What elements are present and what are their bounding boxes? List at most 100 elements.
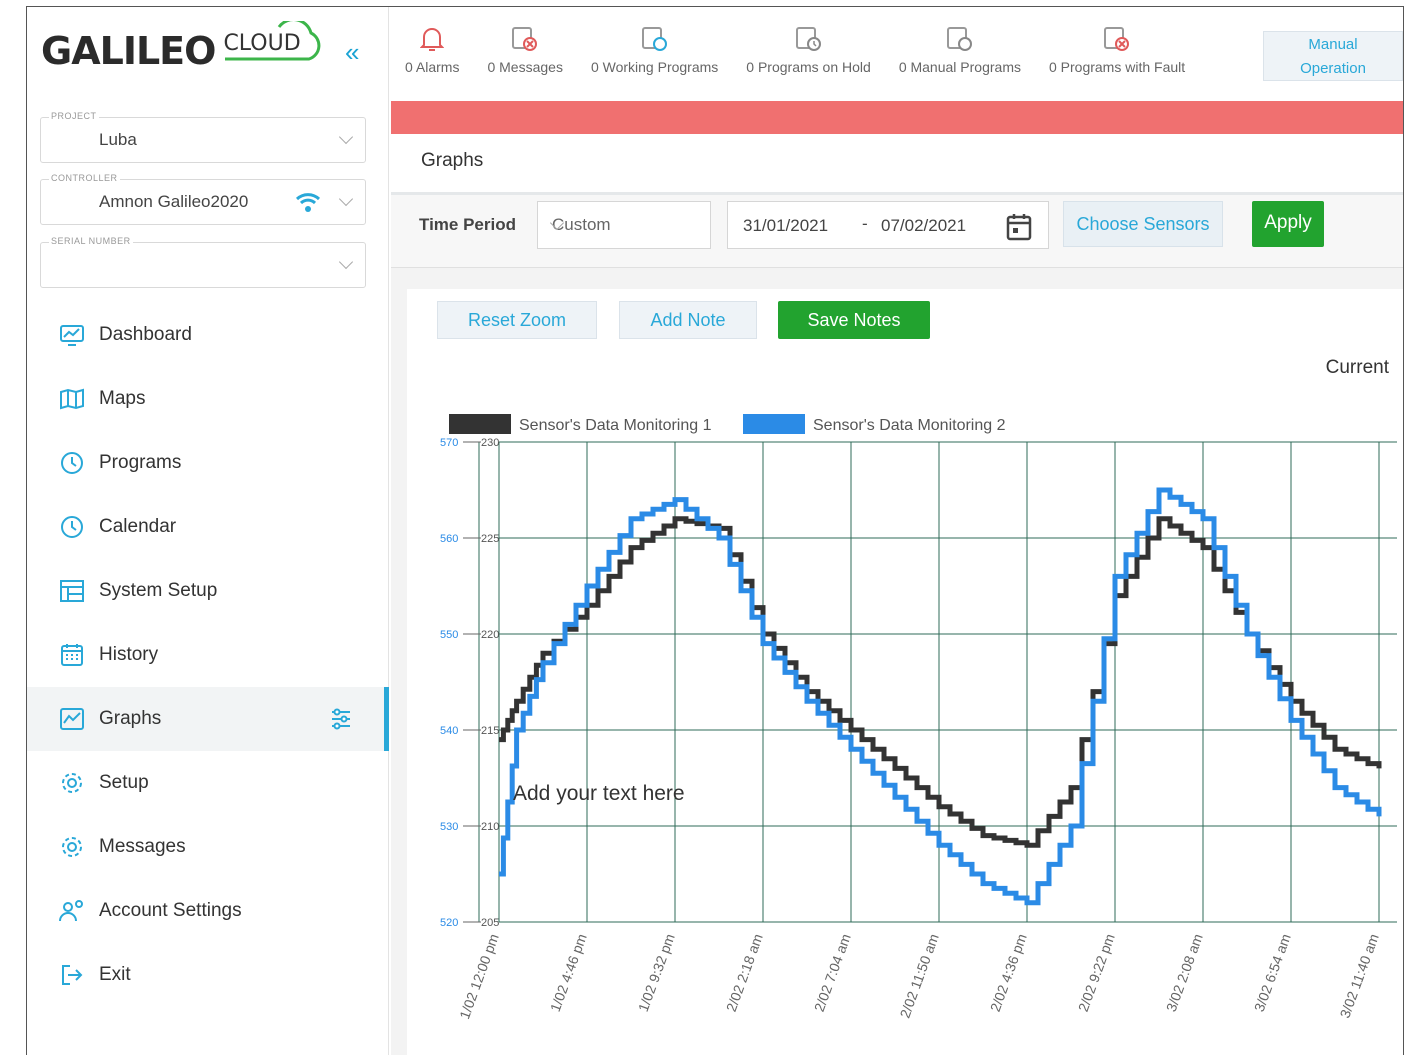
time-period-select[interactable]: Custom xyxy=(537,201,711,249)
exit-icon xyxy=(59,962,85,988)
page-header: Graphs xyxy=(391,134,1403,195)
calendar-grid-icon xyxy=(59,642,85,668)
alarms-stat[interactable]: 0 Alarms xyxy=(391,25,473,75)
y-tick-left: 570 xyxy=(440,437,458,449)
map-icon xyxy=(59,386,85,412)
alarms-label: 0 Alarms xyxy=(405,59,460,75)
working-programs-stat[interactable]: 0 Working Programs xyxy=(577,25,732,75)
y-tick-right: 225 xyxy=(481,533,499,545)
y-tick-right: 205 xyxy=(481,917,499,929)
time-period-label: Time Period xyxy=(419,215,516,234)
serial-number-select[interactable]: SERIAL NUMBER xyxy=(40,236,366,288)
chevron-down-icon xyxy=(338,191,354,207)
date-range-picker[interactable]: 31/01/2021 - 07/02/2021 xyxy=(727,201,1049,249)
sliders-icon[interactable] xyxy=(330,708,352,735)
y-tick-right: 220 xyxy=(481,629,499,641)
legend-swatch xyxy=(449,414,511,434)
programs-with-fault-label: 0 Programs with Fault xyxy=(1048,59,1186,75)
messages-label: 0 Messages xyxy=(487,59,563,75)
manual-programs-stat[interactable]: 0 Manual Programs xyxy=(885,25,1035,75)
sidebar-item-setup[interactable]: Setup xyxy=(27,751,389,815)
chart-grid xyxy=(478,441,1397,923)
sidebar-item-graphs[interactable]: Graphs xyxy=(27,687,389,751)
legend-swatch xyxy=(743,414,805,434)
sidebar-item-label: Dashboard xyxy=(99,324,192,345)
calendar-icon[interactable] xyxy=(1006,213,1032,246)
clock-icon xyxy=(59,514,85,540)
sidebar-item-history[interactable]: History xyxy=(27,623,389,687)
sidebar-item-account-settings[interactable]: Account Settings xyxy=(27,879,389,943)
main-content: 0 Alarms 0 Messages 0 Working Programs 0… xyxy=(391,7,1403,1055)
manual-operation-line2: Operation xyxy=(1300,60,1366,77)
x-tick-label: 2/02 7:04 am xyxy=(811,932,854,1014)
y-tick-left: 520 xyxy=(440,917,458,929)
project-value: Luba xyxy=(99,130,137,149)
sidebar-item-messages[interactable]: Messages xyxy=(27,815,389,879)
sidebar-item-label: Setup xyxy=(99,772,149,793)
controller-select[interactable]: CONTROLLER Amnon Galileo2020 xyxy=(40,173,366,225)
sidebar-item-label: History xyxy=(99,644,159,665)
programs-on-hold-label: 0 Programs on Hold xyxy=(746,59,871,75)
legend-label: Sensor's Data Monitoring 1 xyxy=(519,417,712,434)
chevron-down-icon xyxy=(338,254,354,270)
programs-with-fault-stat[interactable]: 0 Programs with Fault xyxy=(1035,25,1199,75)
program-manual-icon xyxy=(946,27,972,51)
sidebar: GALILEO CLOUD « PROJECT Luba CONTROLLER … xyxy=(27,7,389,1055)
sidebar-item-system-setup[interactable]: System Setup xyxy=(27,559,389,623)
table-icon xyxy=(59,578,85,604)
legend-label: Sensor's Data Monitoring 2 xyxy=(813,417,1006,434)
sidebar-item-dashboard[interactable]: Dashboard xyxy=(27,303,389,367)
wifi-icon xyxy=(295,191,321,218)
clock-icon xyxy=(59,450,85,476)
sidebar-item-programs[interactable]: Programs xyxy=(27,431,389,495)
chevron-down-icon xyxy=(338,129,354,145)
x-tick-label: 2/02 11:50 am xyxy=(897,932,942,1021)
graph-panel: Reset Zoom Add Note Save Notes Current S… xyxy=(407,289,1403,1055)
sidebar-item-label: Graphs xyxy=(99,708,162,729)
y-tick-right: 215 xyxy=(481,725,499,737)
message-error-icon xyxy=(512,27,538,51)
sidebar-item-calendar[interactable]: Calendar xyxy=(27,495,389,559)
apply-button[interactable]: Apply xyxy=(1252,201,1324,247)
gear-icon xyxy=(59,834,85,860)
x-tick-label: 2/02 4:36 pm xyxy=(987,932,1030,1014)
y-axis-ticks: 570 230 560 225 550 220 540 215 530 210 520 205 xyxy=(440,437,499,929)
x-axis-ticks: 1/02 12:00 pm 1/02 4:46 pm 1/02 9:32 pm 2/0… xyxy=(456,932,1382,1022)
x-tick-label: 2/02 2:18 am xyxy=(723,932,766,1014)
sidebar-item-maps[interactable]: Maps xyxy=(27,367,389,431)
serial-number-label: SERIAL NUMBER xyxy=(49,236,133,246)
y-tick-right: 230 xyxy=(481,437,499,449)
programs-on-hold-stat[interactable]: 0 Programs on Hold xyxy=(732,25,885,75)
cloud-outline-icon xyxy=(225,20,321,60)
sidebar-nav: Dashboard Maps Programs Calendar System … xyxy=(27,303,389,1007)
project-select[interactable]: PROJECT Luba xyxy=(40,111,366,163)
logo: GALILEO CLOUD xyxy=(41,20,321,73)
line-chart[interactable]: Sensor's Data Monitoring 1 Sensor's Data … xyxy=(407,289,1404,1055)
chart-note-annotation[interactable]: Add your text here xyxy=(513,782,685,805)
manual-operation-line1: Manual xyxy=(1308,36,1358,53)
bell-icon xyxy=(420,28,445,51)
sidebar-item-label: System Setup xyxy=(99,580,218,601)
sidebar-item-label: Messages xyxy=(99,836,186,857)
sidebar-item-label: Maps xyxy=(99,388,146,409)
alert-bar xyxy=(391,101,1403,134)
messages-stat[interactable]: 0 Messages xyxy=(473,25,576,75)
x-tick-label: 1/02 9:32 pm xyxy=(635,932,678,1014)
choose-sensors-button[interactable]: Choose Sensors xyxy=(1063,201,1223,247)
sidebar-item-label: Account Settings xyxy=(99,900,242,921)
dashboard-icon xyxy=(59,322,85,348)
manual-programs-label: 0 Manual Programs xyxy=(898,59,1021,75)
x-tick-label: 1/02 12:00 pm xyxy=(456,932,502,1022)
sidebar-item-label: Programs xyxy=(99,452,182,473)
controller-label: CONTROLLER xyxy=(49,173,120,183)
graph-icon xyxy=(59,706,85,732)
date-from: 31/01/2021 xyxy=(743,216,829,235)
x-tick-label: 2/02 9:22 pm xyxy=(1075,932,1118,1014)
controller-value: Amnon Galileo2020 xyxy=(99,192,249,211)
collapse-sidebar-icon[interactable]: « xyxy=(345,37,359,68)
program-fault-icon xyxy=(1104,27,1130,51)
manual-operation-button[interactable]: Manual Operation xyxy=(1263,31,1403,81)
project-label: PROJECT xyxy=(49,111,99,121)
filter-bar: Time Period Custom 31/01/2021 - 07/02/20… xyxy=(391,195,1403,268)
sidebar-item-exit[interactable]: Exit xyxy=(27,943,389,1007)
